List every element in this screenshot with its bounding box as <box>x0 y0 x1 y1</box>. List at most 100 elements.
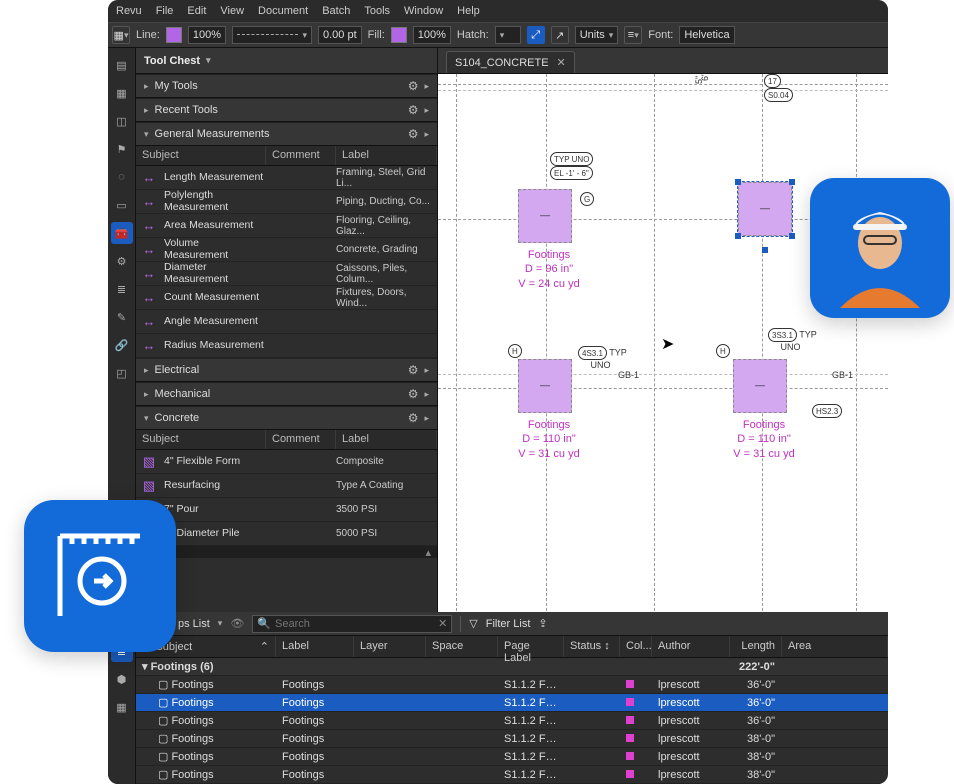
tool-row[interactable]: ↔Polylength MeasurementPiping, Ducting, … <box>136 190 437 214</box>
menu-document[interactable]: Document <box>258 5 308 17</box>
menu-edit[interactable]: Edit <box>187 5 206 17</box>
line-opacity-select[interactable]: 100% <box>188 26 226 44</box>
panel-header: Tool Chest ▾ <box>136 48 437 74</box>
callout-6sog: 6" SOG <box>700 74 710 81</box>
fill-opacity-select[interactable]: 100% <box>413 26 451 44</box>
menu-help[interactable]: Help <box>457 5 480 17</box>
export-icon[interactable]: ⇪ <box>538 617 547 630</box>
autosize-icon[interactable]: ⤢ <box>527 26 545 44</box>
menu-batch[interactable]: Batch <box>322 5 350 17</box>
menu-revu[interactable]: Revu <box>116 5 142 17</box>
gear-icon[interactable]: ⚙ <box>111 250 133 272</box>
tool-row[interactable]: ↔Angle Measurement <box>136 310 437 334</box>
tool-row[interactable]: ↔Volume MeasurementConcrete, Grading <box>136 238 437 262</box>
tool-row[interactable]: ▧7" Pour3500 PSI <box>136 498 437 522</box>
doc-tab-s104-concrete[interactable]: S104_CONCRETE ✕ <box>446 51 575 73</box>
tool-row[interactable]: ↔Radius Measurement <box>136 334 437 358</box>
concrete-table-header: Subject Comment Label <box>136 430 437 450</box>
filter-icon[interactable]: ▽ <box>469 617 477 630</box>
gear-icon[interactable]: ⚙ <box>408 363 419 377</box>
forms-icon[interactable]: ▭ <box>111 194 133 216</box>
tool-row[interactable]: ▧4" Flexible FormComposite <box>136 450 437 474</box>
markup-row[interactable]: ▢ Footings Footings S1.1.2 FOUN... lpres… <box>136 712 888 730</box>
menu-window[interactable]: Window <box>404 5 443 17</box>
section-electrical[interactable]: ▸Electrical ⚙▸ <box>136 358 437 382</box>
callout-hs23: HS2.3 <box>812 404 842 418</box>
panel-title: Tool Chest <box>144 55 200 67</box>
scroll-indicator[interactable]: ▴ <box>136 546 437 558</box>
hatch-select[interactable]: ▾ <box>495 26 521 44</box>
layers-icon[interactable]: ≣ <box>111 278 133 300</box>
three-d-icon[interactable]: ⬢ <box>111 668 133 690</box>
fill-label: Fill: <box>368 29 385 41</box>
properties-icon[interactable]: ⚑ <box>111 138 133 160</box>
callout-3s31: 3S3.1 TYP UNO <box>768 328 817 352</box>
grid-header: ▦ Subject ⌃ Label Layer Space Page Label… <box>136 636 888 658</box>
tool-row[interactable]: ▧ResurfacingType A Coating <box>136 474 437 498</box>
tool-row[interactable]: ↔Area MeasurementFlooring, Ceiling, Glaz… <box>136 214 437 238</box>
section-concrete[interactable]: ▾Concrete ⚙▸ <box>136 406 437 430</box>
fill-color-swatch[interactable] <box>391 27 407 43</box>
tool-row[interactable]: ▧8" Diameter Pile5000 PSI <box>136 522 437 546</box>
menu-tools[interactable]: Tools <box>364 5 390 17</box>
line-color-swatch[interactable] <box>166 27 182 43</box>
markup-row[interactable]: ▢ Footings Footings S1.1.2 FOUN... lpres… <box>136 676 888 694</box>
list-title: ps List <box>178 618 210 630</box>
search-box[interactable]: 🔍 ✕ <box>252 615 452 633</box>
filter-label[interactable]: Filter List <box>486 618 531 630</box>
markup-row[interactable]: ▢ Footings Footings S1.1.2 FOUN... lpres… <box>136 748 888 766</box>
menu-view[interactable]: View <box>220 5 244 17</box>
list-toolbar: ps List ▾ 👁 🔍 ✕ ▽ Filter List ⇪ <box>108 612 888 636</box>
tool-row[interactable]: ↔Diameter MeasurementCaissons, Piles, Co… <box>136 262 437 286</box>
measure-tab-icon[interactable]: ▦ <box>111 696 133 718</box>
thumbnails-icon[interactable]: ▦ <box>111 82 133 104</box>
markup-row[interactable]: ▢ Footings Footings S1.1.2 FOUN... lpres… <box>136 766 888 784</box>
units-select[interactable]: Units▾ <box>575 26 619 44</box>
close-icon[interactable]: ✕ <box>557 56 566 69</box>
line-style-select[interactable]: ▾ <box>232 26 312 44</box>
section-general-measurements[interactable]: ▾General Measurements ⚙▸ <box>136 122 437 146</box>
footing-marker[interactable]: FootingsD = 110 in"V = 31 cu yd <box>518 359 572 413</box>
section-mechanical[interactable]: ▸Mechanical ⚙▸ <box>136 382 437 406</box>
calibrate-icon[interactable]: ↗ <box>551 26 569 44</box>
visibility-icon[interactable]: 👁 <box>230 617 244 630</box>
cursor-icon: ➤ <box>661 334 674 354</box>
search-input[interactable] <box>275 618 434 630</box>
spaces-icon[interactable]: ◰ <box>111 362 133 384</box>
tool-row[interactable]: ↔Length MeasurementFraming, Steel, Grid … <box>136 166 437 190</box>
bookmarks-icon[interactable]: ◫ <box>111 110 133 132</box>
property-bar: ▦▾ Line: 100% ▾ 0.00 pt Fill: 100% Hatch… <box>108 22 888 48</box>
footing-marker[interactable]: FootingsD = 110 in"V = 31 cu yd <box>733 359 787 413</box>
markup-row[interactable]: ▢ Footings Footings S1.1.2 FOUN... lpres… <box>136 730 888 748</box>
markups-grid[interactable]: ▦ Subject ⌃ Label Layer Space Page Label… <box>136 636 888 784</box>
footing-marker[interactable] <box>738 182 792 236</box>
callout-h2-bubble: H <box>716 344 730 358</box>
line-width-select[interactable]: 0.00 pt <box>318 26 362 44</box>
session-icon[interactable]: ▦▾ <box>112 26 130 44</box>
align-icon[interactable]: ≡▾ <box>624 26 642 44</box>
links-icon[interactable]: 🔗 <box>111 334 133 356</box>
callout-g-bubble: G <box>580 192 594 206</box>
markup-row[interactable]: ▢ Footings Footings S1.1.2 FOUN... lpres… <box>136 694 888 712</box>
search-icon[interactable]: ◌ <box>111 166 133 188</box>
gear-icon[interactable]: ⚙ <box>408 79 419 93</box>
section-my-tools[interactable]: ▸My Tools ⚙▸ <box>136 74 437 98</box>
clear-search-icon[interactable]: ✕ <box>438 617 447 630</box>
tool-chest-icon[interactable]: 🧰 <box>111 222 133 244</box>
gear-icon[interactable]: ⚙ <box>408 127 419 141</box>
footing-marker[interactable]: FootingsD = 96 in"V = 24 cu yd <box>518 189 572 243</box>
font-select[interactable]: Helvetica <box>679 26 735 44</box>
gear-icon[interactable]: ⚙ <box>408 387 419 401</box>
panel-menu-icon[interactable]: ▾ <box>206 55 211 66</box>
menu-file[interactable]: File <box>156 5 174 17</box>
document-viewport[interactable]: TYP UNO EL -1' - 6" G 5" SOG 6" SOG 17S0… <box>438 74 888 616</box>
app-window: Revu File Edit View Document Batch Tools… <box>108 0 888 640</box>
callout-4s31: 4S3.1 TYP UNO <box>578 346 627 370</box>
file-access-icon[interactable]: ▤ <box>111 54 133 76</box>
callout-gb1: GB-1 <box>618 370 639 380</box>
tool-row[interactable]: ↔Count MeasurementFixtures, Doors, Wind.… <box>136 286 437 310</box>
gear-icon[interactable]: ⚙ <box>408 411 419 425</box>
gear-icon[interactable]: ⚙ <box>408 103 419 117</box>
section-recent-tools[interactable]: ▸Recent Tools ⚙▸ <box>136 98 437 122</box>
signatures-icon[interactable]: ✎ <box>111 306 133 328</box>
